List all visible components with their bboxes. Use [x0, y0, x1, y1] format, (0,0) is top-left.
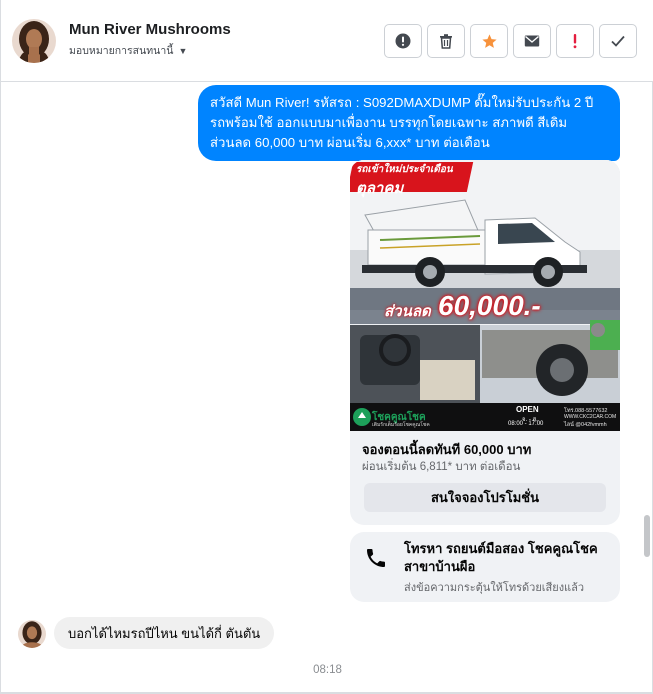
delete-button[interactable] — [427, 24, 465, 58]
reserve-promo-button[interactable]: สนใจจองโปรโมชั่น — [364, 483, 606, 512]
exclamation-icon — [573, 34, 577, 49]
mark-done-button[interactable] — [599, 24, 637, 58]
call-prompt-card[interactable]: โทรหา รถยนต์มือสอง โชคคูณโชค สาขาบ้านผือ… — [350, 532, 620, 602]
star-button[interactable] — [470, 24, 508, 58]
conversation-toolbar — [384, 24, 637, 58]
scrollbar-thumb[interactable] — [644, 515, 650, 557]
call-prompt-title: โทรหา รถยนต์มือสอง โชคคูณโชค สาขาบ้านผือ — [404, 541, 598, 574]
promo-month: ตุลาคม — [356, 180, 404, 197]
promo-banner-text: รถเข้าใหม่ประจำเดือน — [356, 164, 453, 175]
assign-conversation-dropdown[interactable]: มอบหมายการสนทนานี้ ▼ — [69, 42, 187, 59]
promo-card-title: จองตอนนี้ลดทันที 60,000 บาท — [362, 442, 532, 457]
sender-avatar[interactable] — [18, 620, 46, 648]
check-icon — [611, 35, 625, 47]
report-button[interactable] — [384, 24, 422, 58]
alert-circle-icon — [395, 33, 411, 49]
promo-discount-value: 60,000.- — [438, 290, 541, 321]
promo-brand-slogan: เติมรักเต็มร้อยโชคคูณโชค — [372, 422, 430, 428]
caret-down-icon: ▼ — [178, 45, 188, 56]
promo-line-id: ไลน์ @042fvmmh — [564, 422, 607, 428]
contact-name[interactable]: Mun River Mushrooms — [69, 21, 231, 38]
promo-open-label: OPEN — [516, 405, 539, 414]
star-icon — [481, 33, 497, 48]
promo-message-card: รถเข้าใหม่ประจำเดือน ตุลาคม ส่วนลด 60,00… — [350, 160, 620, 525]
conversation-window: Mun River Mushrooms มอบหมายการสนทนานี้ ▼ — [0, 0, 653, 694]
promo-website: WWW.CKC2CAR.COM — [564, 414, 617, 420]
promo-open-hours: 08:00 - 17:00 — [508, 421, 544, 427]
promo-discount-label: ส่วนลด — [384, 303, 431, 320]
trash-icon — [440, 34, 452, 49]
assign-label: มอบหมายการสนทนานี้ — [69, 45, 174, 57]
conversation-header: Mun River Mushrooms มอบหมายการสนทนานี้ ▼ — [1, 0, 653, 82]
outgoing-message-bubble: สวัสดี Mun River! รหัสรถ : S092DMAXDUMP … — [198, 85, 620, 161]
incoming-message-bubble: บอกได้ไหมรถปีไหน ขนได้กี่ ตันตัน — [54, 617, 275, 649]
call-prompt-subtitle: ส่งข้อความกระตุ้นให้โทรด้วยเสียงแล้ว — [404, 582, 585, 594]
envelope-icon — [524, 35, 540, 47]
mark-unread-button[interactable] — [513, 24, 551, 58]
contact-avatar[interactable] — [12, 19, 56, 63]
promo-card-subtitle: ผ่อนเริ่มต้น 6,811* บาท ต่อเดือน — [362, 461, 521, 473]
phone-icon — [367, 549, 385, 567]
promo-image[interactable]: รถเข้าใหม่ประจำเดือน ตุลาคม ส่วนลด 60,00… — [350, 160, 620, 431]
spam-button[interactable] — [556, 24, 594, 58]
incoming-message-text: บอกได้ไหมรถปีไหน ขนได้กี่ ตันตัน — [68, 625, 261, 641]
message-timestamp: 08:18 — [313, 664, 342, 676]
